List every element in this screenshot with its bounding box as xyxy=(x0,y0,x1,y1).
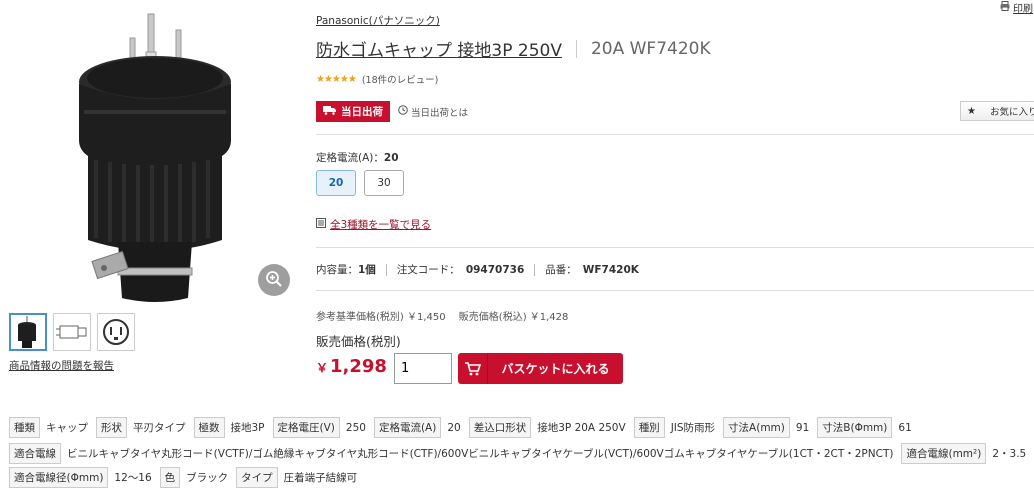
thumbnail-3[interactable] xyxy=(97,313,135,351)
spec-value: 平刃タイプ xyxy=(133,422,186,434)
meta-divider xyxy=(385,263,387,276)
rated-current-label-text: 定格電流(A)： xyxy=(316,152,384,164)
add-to-basket-button[interactable]: バスケットに入れる xyxy=(458,353,623,384)
all-types-link[interactable]: 全3種類を一覧で見る xyxy=(316,217,431,232)
same-day-help-link[interactable]: 当日出荷とは xyxy=(398,105,468,119)
part-no-value: WF7420K xyxy=(582,263,639,276)
divider xyxy=(316,247,1034,248)
same-day-badge: 当日出荷 xyxy=(316,101,390,122)
part-no-label: 品番： xyxy=(545,264,577,276)
spec-key: 適合電線(mm²) xyxy=(901,443,987,464)
content-label: 内容量： xyxy=(316,264,358,276)
spec-key: 色 xyxy=(159,467,181,488)
spec-value: 接地3P xyxy=(230,422,265,434)
currency-symbol: ￥ xyxy=(316,361,329,375)
product-meta: 内容量： 1個 注文コード： 09470736 品番： WF7420K xyxy=(316,262,639,277)
review-count-link[interactable]: (18件のレビュー) xyxy=(362,72,439,86)
spec-key: タイプ xyxy=(236,467,278,488)
star-icon: ★ xyxy=(967,105,976,117)
spec-row: 適合電線径(Φmm) 12～16 色ブラック タイプ 圧着端子結線可 xyxy=(9,467,1034,488)
spec-value: ビニルキャブタイヤ丸形コード(VCTF)/ゴム絶縁キャブタイヤ丸形コード(CTF… xyxy=(67,448,894,460)
price-value: 1,298 xyxy=(330,356,387,377)
brand-link[interactable]: Panasonic(パナソニック) xyxy=(316,13,440,28)
option-30a-button[interactable]: 30 xyxy=(364,170,404,196)
product-title-main[interactable]: 防水ゴムキャップ 接地3P 250V xyxy=(316,36,562,61)
spec-value: キャップ xyxy=(46,422,88,434)
spec-key: 定格電流(A) xyxy=(373,417,442,438)
spec-key: 種別 xyxy=(633,417,665,438)
list-icon xyxy=(316,218,326,231)
spec-row: 適合電線 ビニルキャブタイヤ丸形コード(VCTF)/ゴム絶縁キャブタイヤ丸形コード… xyxy=(9,443,1034,464)
product-title: 防水ゴムキャップ 接地3P 250V 20A WF7420K xyxy=(316,36,711,62)
zoom-button[interactable] xyxy=(258,264,290,296)
all-types-label: 全3種類を一覧で見る xyxy=(330,219,432,231)
add-to-basket-label: バスケットに入れる xyxy=(501,362,610,376)
cart-icon xyxy=(458,353,488,384)
sale-price: ￥ 1,298 xyxy=(316,356,387,377)
rating: ★★★★★ (18件のレビュー) xyxy=(316,72,439,87)
spec-value: 250 xyxy=(345,421,366,434)
thumbnail-1[interactable] xyxy=(9,313,47,351)
spec-row: 種類 キャップ 形状 平刃タイプ 極数 接地3P 定格電圧(V) 250 定格電流(A) 20 差込… xyxy=(9,417,1034,438)
truck-icon xyxy=(323,105,337,118)
print-label: 印刷 xyxy=(1013,4,1033,15)
spec-value: ブラック xyxy=(186,472,229,484)
product-title-model: 20A WF7420K xyxy=(590,38,711,59)
divider xyxy=(316,290,1034,291)
printer-icon xyxy=(1000,1,1010,14)
spec-key: 適合電線 xyxy=(9,443,61,464)
spec-key: 寸法A(mm) xyxy=(723,417,790,438)
product-main-image xyxy=(60,10,270,305)
order-code-label: 注文コード： xyxy=(396,264,460,276)
spec-value: 2・3.5 xyxy=(992,448,1027,460)
spec-value: 12～16 xyxy=(114,472,152,484)
same-day-shipping: 当日出荷 当日出荷とは xyxy=(316,101,468,122)
spec-value: 20 xyxy=(447,421,461,434)
same-day-badge-label: 当日出荷 xyxy=(341,106,383,118)
thumbnail-strip xyxy=(9,313,135,351)
spec-key: 種類 xyxy=(9,417,40,438)
divider xyxy=(316,134,1034,135)
spec-key: 差込口形状 xyxy=(468,417,532,438)
favorite-label: お気に入り xyxy=(989,107,1034,118)
spec-key: 極数 xyxy=(193,417,225,438)
spec-value: 圧着端子結線可 xyxy=(283,472,358,484)
spec-value: 接地3P 20A 250V xyxy=(537,422,626,434)
report-issue-link[interactable]: 商品情報の問題を報告 xyxy=(9,358,114,373)
print-link[interactable]: 印刷 xyxy=(1000,0,1033,15)
spec-key: 定格電圧(V) xyxy=(272,417,340,438)
spec-value: JIS防雨形 xyxy=(670,422,716,434)
favorite-button[interactable]: ★ お気に入り xyxy=(960,101,1034,121)
spec-key: 形状 xyxy=(96,417,127,438)
spec-value: 61 xyxy=(898,421,912,434)
content-value: 1個 xyxy=(358,264,376,276)
thumbnail-2[interactable] xyxy=(53,313,91,351)
meta-divider xyxy=(534,263,536,276)
zoom-in-icon xyxy=(265,270,283,291)
sale-price-label: 販売価格(税別) xyxy=(316,334,401,349)
reference-price: 参考基準価格(税別) ￥1,450 販売価格(税込) ￥1,428 xyxy=(316,312,569,323)
quantity-input[interactable] xyxy=(394,353,452,384)
spec-value: 91 xyxy=(795,421,810,434)
title-divider xyxy=(575,39,577,58)
star-rating-icon: ★★★★★ xyxy=(316,73,357,85)
same-day-help-label: 当日出荷とは xyxy=(411,107,469,119)
rated-current-value: 20 xyxy=(383,152,399,164)
option-20a-button[interactable]: 20 xyxy=(316,170,356,196)
clock-icon xyxy=(398,105,408,118)
order-code-value: 09470736 xyxy=(465,263,525,276)
spec-key: 寸法B(Φmm) xyxy=(817,417,893,438)
rated-current-label: 定格電流(A)：20 xyxy=(316,150,399,165)
spec-key: 適合電線径(Φmm) xyxy=(9,467,109,488)
